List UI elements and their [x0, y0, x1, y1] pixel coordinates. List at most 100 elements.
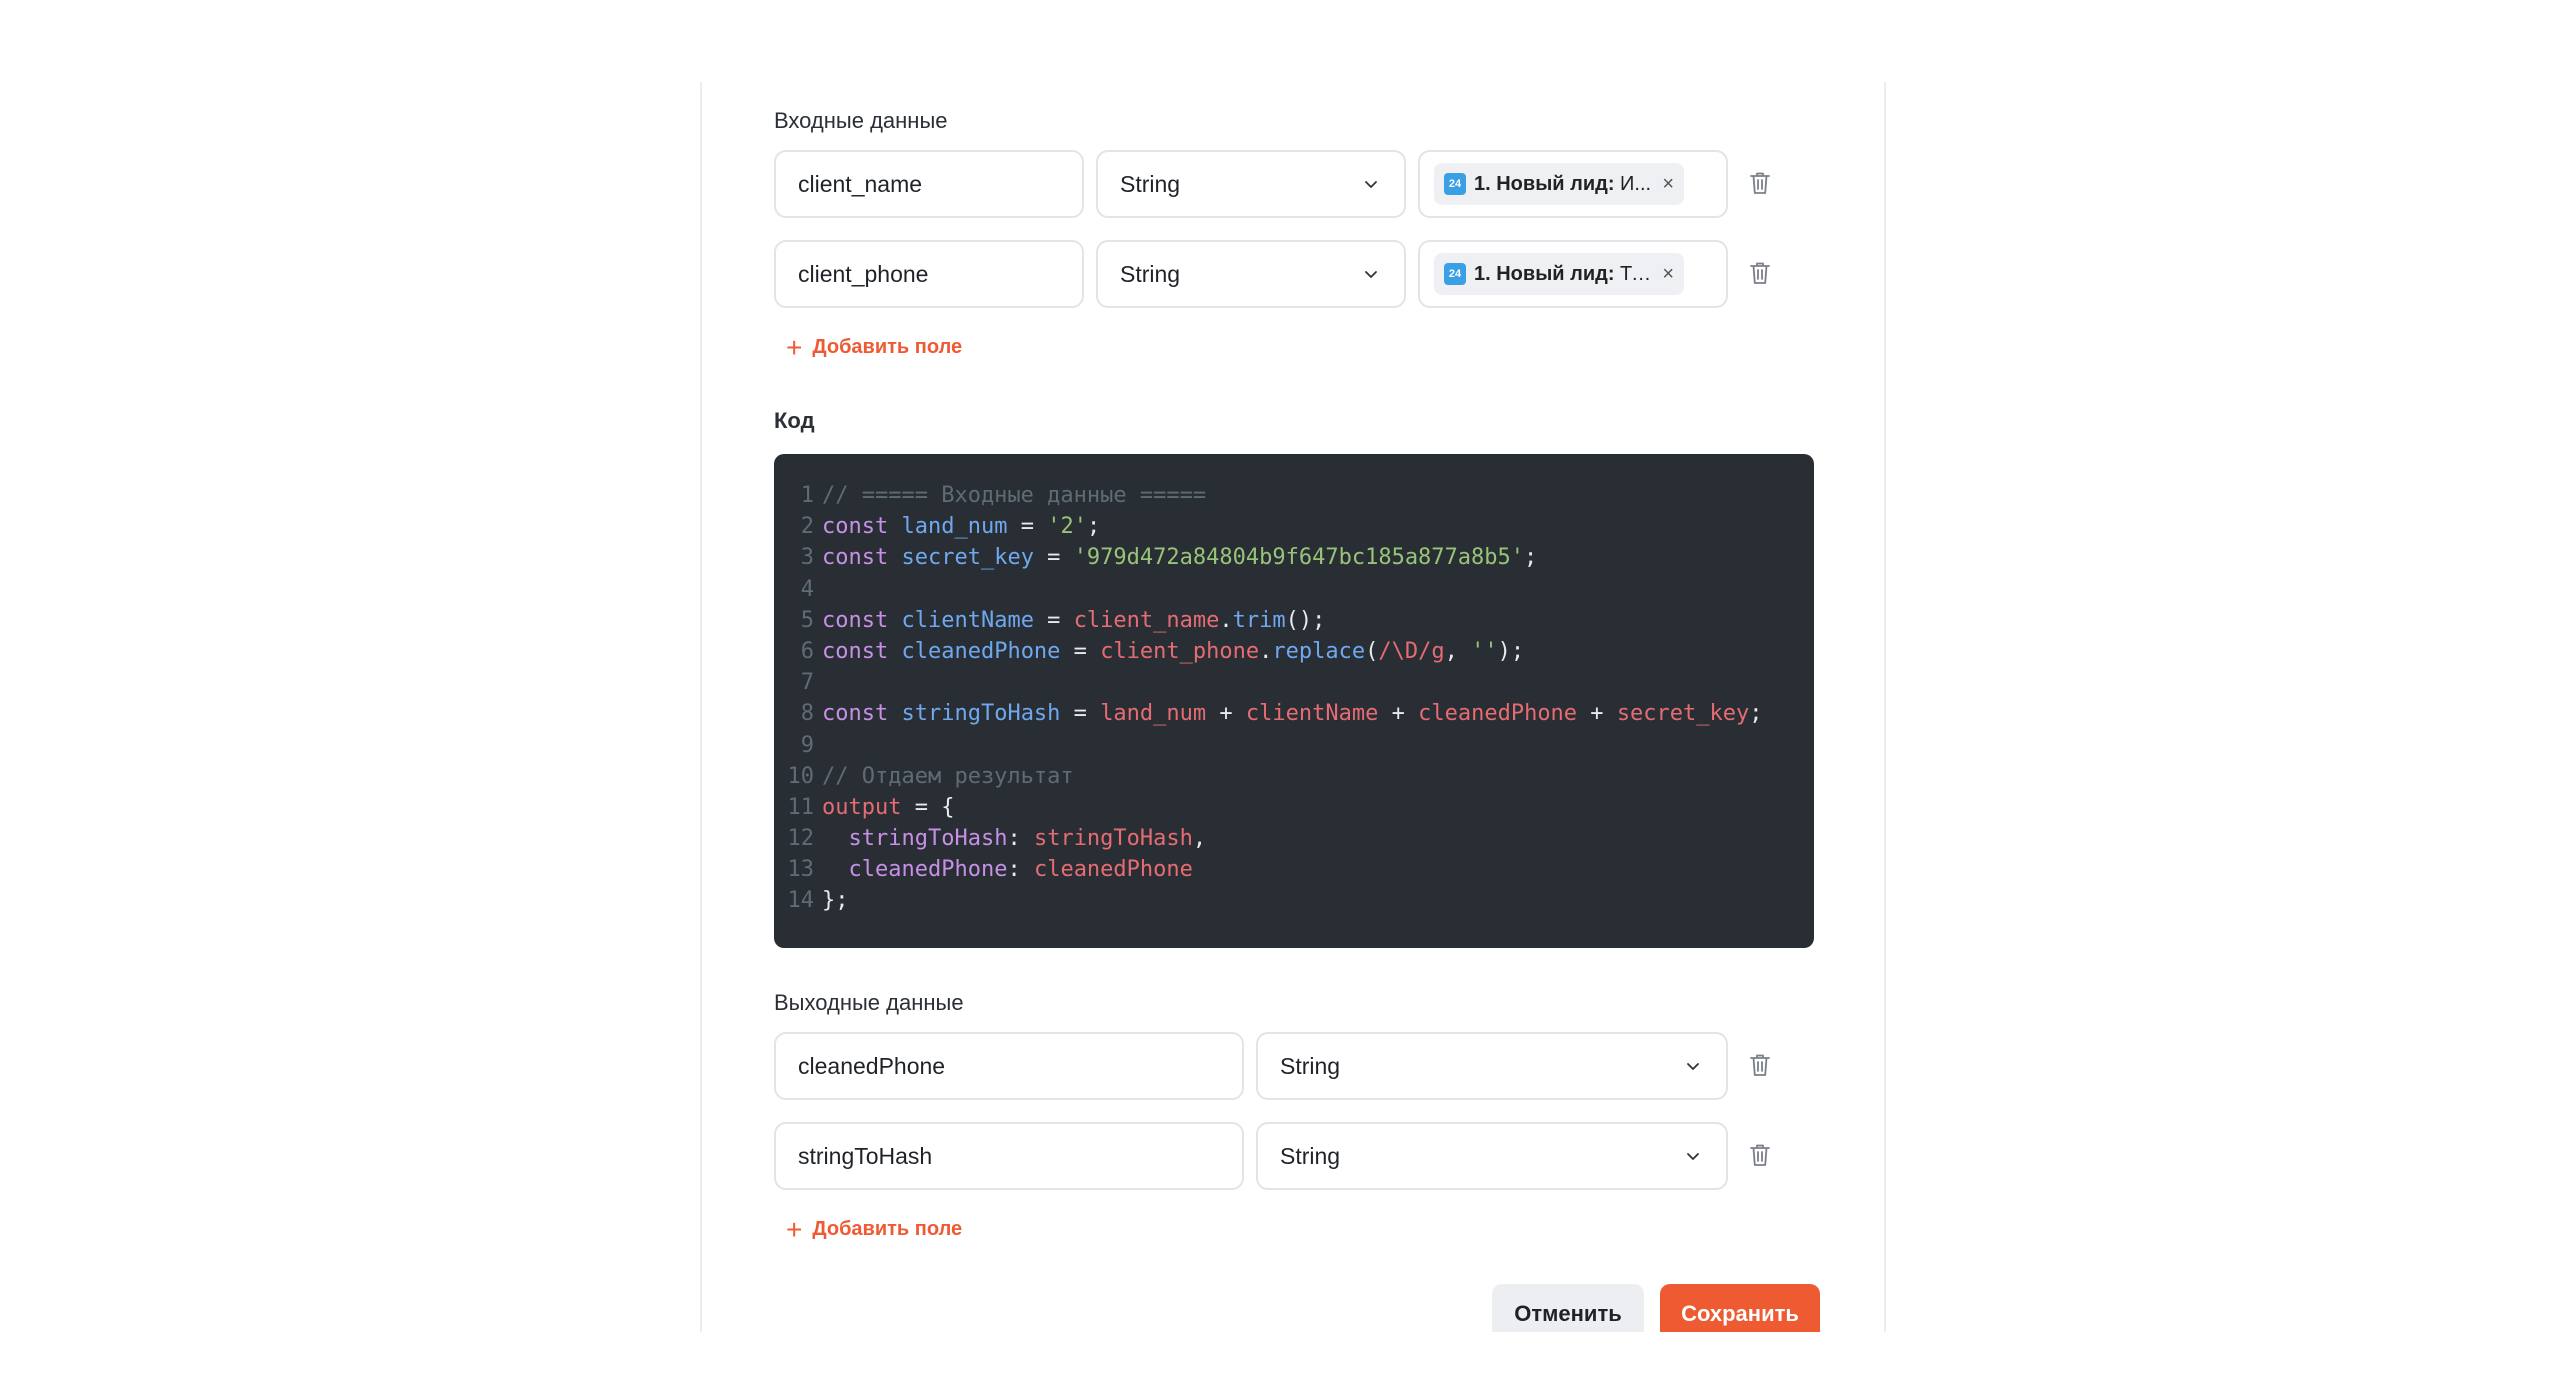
code-line[interactable]: 14};: [774, 885, 1814, 916]
code-token: = {: [901, 794, 955, 820]
input-source-field-2[interactable]: 24 1. Новый лид: Те... ×: [1418, 240, 1728, 308]
code-token: ;: [1749, 701, 1763, 727]
code-line[interactable]: 2 const land_num = '2';: [774, 511, 1814, 542]
code-line[interactable]: 4: [774, 574, 1814, 605]
line-number: 10: [787, 763, 815, 789]
add-field-label: Добавить поле: [812, 1218, 963, 1240]
code-editor[interactable]: 1 // ===== Входные данные ===== 2 const lan…: [774, 454, 1814, 948]
code-token: =: [1060, 701, 1101, 727]
code-text: // ===== Входные данные =====: [822, 480, 1206, 511]
line-number: 6: [800, 638, 814, 664]
code-line[interactable]: 3 const secret_key = '979d472a84804b9f647…: [774, 542, 1814, 573]
chip-value: Те...: [1620, 262, 1654, 285]
code-token: const: [822, 545, 889, 571]
input-type-select-1[interactable]: String: [1096, 150, 1406, 218]
line-number: 8: [800, 701, 814, 727]
output-name-value: stringToHash: [798, 1142, 933, 1169]
add-output-field-button[interactable]: + Добавить поле: [786, 1215, 963, 1243]
code-token: +: [1206, 701, 1246, 727]
trash-icon[interactable]: [1746, 258, 1774, 288]
code-token: cleanedPhone: [901, 638, 1061, 664]
code-text: const land_num = '2';: [822, 511, 1100, 542]
input-type-select-2[interactable]: String: [1096, 240, 1406, 308]
input-name-field-2[interactable]: client_phone: [774, 240, 1084, 308]
chevron-down-icon: [1682, 1055, 1704, 1077]
code-line[interactable]: 13 cleanedPhone: cleanedPhone: [774, 854, 1814, 885]
close-icon[interactable]: ×: [1662, 263, 1674, 286]
code-token: // ===== Входные данные =====: [822, 483, 1207, 508]
type-value: String: [1120, 170, 1181, 197]
input-name-field-1[interactable]: client_name: [774, 150, 1084, 218]
input-name-value: client_phone: [798, 260, 929, 287]
chip-value: И...: [1614, 172, 1652, 195]
code-token: // Отдаем результат: [822, 763, 1074, 789]
chevron-down-icon: [1682, 1145, 1704, 1167]
source-chip-label: 1. Новый лид: И...: [1474, 173, 1654, 196]
line-number: 13: [787, 857, 815, 883]
code-token: :: [1007, 857, 1034, 883]
line-number: 12: [787, 826, 815, 852]
code-token: client_phone: [1100, 638, 1260, 664]
code-token: stringToHash: [848, 826, 1008, 852]
output-name-field-2[interactable]: stringToHash: [774, 1122, 1244, 1190]
inputs-label: Входные данные: [774, 108, 948, 133]
add-input-field-button[interactable]: + Добавить поле: [786, 333, 963, 361]
cancel-button[interactable]: Отменить: [1492, 1284, 1644, 1332]
code-token: secret_key: [901, 545, 1034, 571]
output-name-field-1[interactable]: cleanedPhone: [774, 1032, 1244, 1100]
code-line[interactable]: 11 output = {: [774, 792, 1814, 823]
code-text: const cleanedPhone = client_phone.replac…: [822, 636, 1524, 667]
trash-icon[interactable]: [1746, 168, 1774, 198]
trash-icon[interactable]: [1746, 1140, 1774, 1170]
chevron-down-icon: [1360, 173, 1382, 195]
type-value: String: [1280, 1052, 1341, 1079]
line-number: 7: [800, 670, 814, 696]
line-number: 11: [787, 794, 815, 820]
code-line[interactable]: 6 const cleanedPhone = client_phone.repla…: [774, 636, 1814, 667]
code-text: stringToHash: stringToHash,: [822, 823, 1207, 854]
code-line[interactable]: 12 stringToHash: stringToHash,: [774, 823, 1814, 854]
outputs-label: Выходные данные: [774, 990, 964, 1015]
type-value: String: [1280, 1142, 1341, 1169]
code-line[interactable]: 10 // Отдаем результат: [774, 761, 1814, 792]
input-source-field-1[interactable]: 24 1. Новый лид: И... ×: [1418, 150, 1728, 218]
code-token: const: [822, 701, 889, 727]
code-token: cleanedPhone: [1418, 701, 1578, 727]
code-line[interactable]: 8 const stringToHash = land_num + clientN…: [774, 698, 1814, 729]
code-line[interactable]: 9: [774, 730, 1814, 761]
code-token: cleanedPhone: [848, 857, 1008, 883]
output-type-select-2[interactable]: String: [1256, 1122, 1728, 1190]
code-token: '': [1471, 638, 1498, 664]
code-line[interactable]: 7: [774, 667, 1814, 698]
code-token: stringToHash: [1033, 826, 1193, 852]
code-token: /\D/g: [1378, 638, 1445, 664]
bitrix24-icon: 24: [1444, 173, 1466, 195]
code-token: '2': [1047, 514, 1087, 540]
code-token: =: [1033, 545, 1074, 571]
code-text: const stringToHash = land_num + clientNa…: [822, 698, 1763, 729]
code-line[interactable]: 5 const clientName = client_name.trim();: [774, 605, 1814, 636]
source-chip[interactable]: 24 1. Новый лид: Те... ×: [1434, 253, 1684, 295]
code-text: };: [822, 885, 849, 916]
output-type-select-1[interactable]: String: [1256, 1032, 1728, 1100]
source-chip[interactable]: 24 1. Новый лид: И... ×: [1434, 163, 1684, 205]
code-token: .: [1259, 638, 1273, 664]
code-token: ,: [1192, 826, 1207, 852]
code-token: const: [822, 607, 889, 633]
save-button[interactable]: Сохранить: [1660, 1284, 1820, 1332]
chip-prefix: 1. Новый лид:: [1474, 172, 1615, 195]
trash-icon[interactable]: [1746, 1050, 1774, 1080]
code-token: client_name: [1073, 607, 1220, 633]
code-token: clientName: [1245, 701, 1379, 727]
source-chip-label: 1. Новый лид: Те...: [1474, 263, 1654, 286]
code-token: .: [1219, 607, 1233, 633]
line-number: 3: [800, 545, 814, 571]
code-line[interactable]: 1 // ===== Входные данные =====: [774, 480, 1814, 511]
close-icon[interactable]: ×: [1662, 173, 1674, 196]
add-field-label: Добавить поле: [812, 336, 963, 358]
code-token: land_num: [901, 514, 1008, 540]
line-number: 2: [800, 514, 814, 540]
